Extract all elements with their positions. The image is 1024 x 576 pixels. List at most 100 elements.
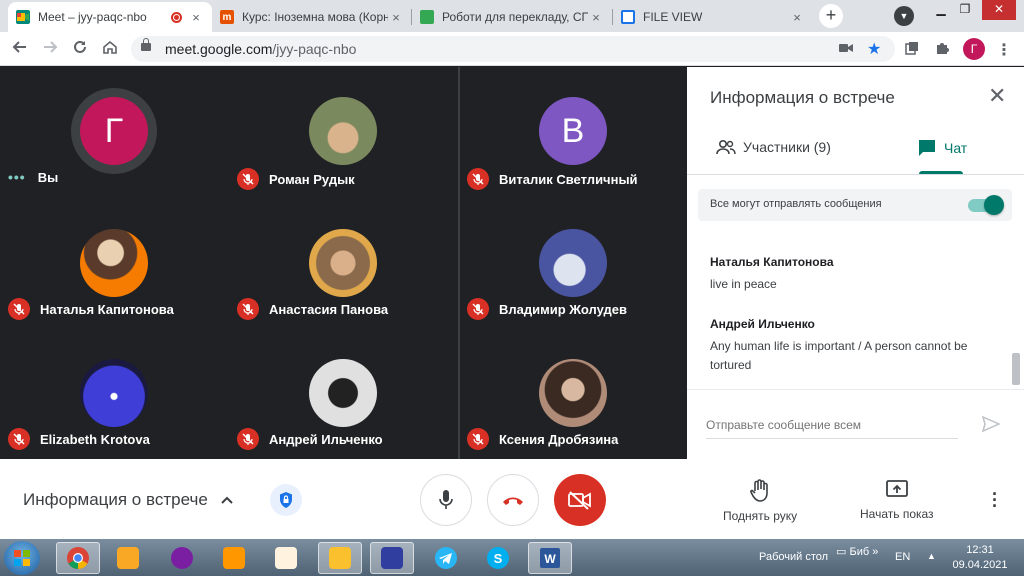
tab-search-icon[interactable]: ▼	[894, 6, 914, 26]
browser-menu-icon[interactable]: ⋮	[996, 40, 1012, 60]
windows-logo-icon	[14, 550, 30, 566]
recording-indicator-icon	[171, 11, 182, 23]
taskbar-telegram[interactable]	[424, 542, 468, 574]
participant-tile[interactable]: Владимир Жолудев	[459, 197, 688, 327]
tab-meet[interactable]: Meet – jyy-paqc-nbo ×	[8, 2, 212, 32]
desktop-toolbar-label[interactable]: Рабочий стол	[759, 551, 828, 563]
tab-participants-label: Участники (9)	[743, 139, 831, 155]
participant-tile[interactable]: Наталья Капитонова	[0, 197, 229, 327]
tor-icon	[171, 547, 193, 569]
taskbar-app-orange[interactable]	[212, 542, 256, 574]
puzzle-extensions-icon[interactable]	[935, 41, 949, 58]
message-text: live in peace	[710, 277, 777, 291]
mic-off-icon	[8, 428, 30, 450]
new-tab-button[interactable]: +	[819, 4, 843, 28]
close-panel-icon[interactable]: ✕	[988, 85, 1006, 107]
avatar	[539, 359, 607, 427]
send-icon[interactable]	[981, 415, 1001, 437]
present-now-label: Начать показ	[860, 507, 934, 521]
taskbar-skype[interactable]: S	[476, 542, 520, 574]
chat-message-input[interactable]	[706, 418, 958, 439]
hang-up-icon	[503, 497, 523, 505]
raise-hand-button[interactable]: Поднять руку	[723, 479, 797, 523]
tab-works[interactable]: Роботи для перекладу, СПА ×	[412, 2, 612, 32]
reload-icon[interactable]	[70, 39, 90, 59]
taskbar-media-player[interactable]	[106, 542, 150, 574]
meeting-info-button[interactable]: Информация о встрече	[23, 490, 234, 510]
folder-small-icon: ▭	[836, 546, 847, 558]
microphone-button[interactable]	[420, 474, 472, 526]
tab-participants[interactable]: Участники (9)	[715, 139, 831, 155]
participant-tile[interactable]: Роман Рудык	[229, 67, 458, 197]
tab-chat[interactable]: Чат	[917, 139, 967, 157]
allow-messages-label: Все могут отправлять сообщения	[710, 198, 882, 210]
meeting-info-label: Информация о встрече	[23, 490, 208, 509]
leave-call-button[interactable]	[487, 474, 539, 526]
camera-off-button[interactable]	[554, 474, 606, 526]
pdf24-icon	[275, 547, 297, 569]
participant-tile[interactable]: Анастасия Панова	[229, 197, 458, 327]
svg-text:S: S	[494, 551, 503, 566]
mic-off-icon	[237, 428, 259, 450]
participant-tile[interactable]: Ксения Дробязина	[459, 327, 688, 457]
close-tab-icon[interactable]: ×	[789, 10, 805, 25]
taskbar-word[interactable]: W	[528, 542, 572, 574]
chat-input-row	[687, 389, 1024, 459]
ship-icon	[381, 547, 403, 569]
avatar	[80, 229, 148, 297]
participant-tile[interactable]: Андрей Ильченко	[229, 327, 458, 457]
close-tab-icon[interactable]: ×	[188, 10, 204, 25]
participant-tile[interactable]: В Виталик Светличный	[459, 67, 688, 197]
taskbar-explorer[interactable]	[318, 542, 362, 574]
tray-expand-icon[interactable]: ▲	[927, 551, 936, 561]
library-toolbar-label[interactable]: ▭ Биб »	[836, 545, 878, 558]
avatar	[539, 229, 607, 297]
meeting-details-panel: Информация о встрече ✕ Участники (9) Чат…	[687, 67, 1024, 459]
skype-icon: S	[487, 547, 509, 569]
close-tab-icon[interactable]: ×	[388, 10, 404, 25]
chat-message: Андрей Ильченко Any human life is import…	[710, 317, 990, 375]
participant-name: Вы	[37, 169, 59, 185]
close-tab-icon[interactable]: ×	[588, 10, 604, 25]
close-window-button[interactable]: ✕	[982, 0, 1016, 20]
tab-file-view[interactable]: FILE VIEW ×	[613, 2, 813, 32]
minimize-window-button[interactable]: ▁	[930, 0, 952, 20]
start-button[interactable]	[4, 541, 40, 575]
moodle-favicon-icon: m	[220, 10, 234, 24]
present-now-button[interactable]: Начать показ	[860, 479, 934, 521]
restore-window-button[interactable]: ❐	[954, 0, 976, 20]
language-indicator[interactable]: EN	[895, 551, 910, 563]
url-text: meet.google.com/jyy-paqc-nbo	[165, 41, 357, 57]
more-options-icon[interactable]: · · ·	[992, 485, 998, 515]
taskbar-pdf24[interactable]	[264, 542, 308, 574]
participant-tile[interactable]: Elizabeth Krotova	[0, 327, 229, 457]
taskbar-app-purple[interactable]	[160, 542, 204, 574]
chat-scrollbar[interactable]	[1012, 353, 1020, 385]
taskbar-chrome[interactable]	[56, 542, 100, 574]
toggle-knob[interactable]	[984, 195, 1004, 215]
message-text: Any human life is important / A person c…	[710, 339, 968, 372]
camera-icon[interactable]	[839, 41, 853, 57]
profile-avatar[interactable]: Г	[963, 38, 985, 60]
security-shield-icon[interactable]	[270, 484, 302, 516]
tab-course[interactable]: m Курс: Іноземна мова (Корне ×	[212, 2, 412, 32]
present-screen-icon	[885, 480, 908, 497]
address-bar[interactable]: meet.google.com/jyy-paqc-nbo ★	[131, 36, 895, 62]
message-sender: Андрей Ильченко	[710, 317, 815, 331]
participant-tile[interactable]: Г ••• Вы	[0, 67, 229, 197]
forward-arrow-icon[interactable]	[40, 39, 60, 59]
meeting-controls-bar: Информация о встрече Поднять руку Начать…	[0, 459, 1024, 539]
notes-icon	[223, 547, 245, 569]
back-arrow-icon[interactable]	[10, 39, 30, 59]
message-sender: Наталья Капитонова	[710, 255, 834, 269]
media-player-icon	[117, 547, 139, 569]
bookmark-star-icon[interactable]: ★	[867, 39, 881, 59]
mic-off-icon	[467, 298, 489, 320]
participant-name: Ксения Дробязина	[499, 431, 619, 447]
allow-messages-setting: Все могут отправлять сообщения	[698, 189, 1012, 221]
system-clock[interactable]: 12:31 09.04.2021	[948, 543, 1012, 573]
home-icon[interactable]	[100, 39, 120, 59]
taskbar-ship-app[interactable]	[370, 542, 414, 574]
meet-favicon-icon	[16, 10, 30, 24]
extension-icon[interactable]	[905, 41, 919, 58]
